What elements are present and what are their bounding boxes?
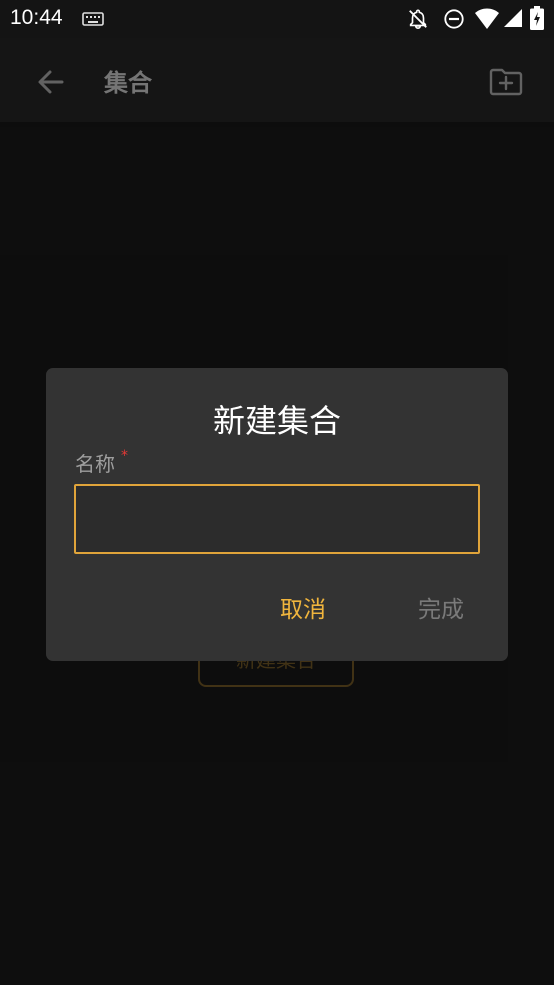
do-not-disturb-icon: [444, 9, 464, 29]
name-input[interactable]: [74, 484, 480, 554]
status-bar: 10:44: [0, 0, 554, 38]
new-collection-dialog: 新建集合 名称 * 取消 完成: [46, 368, 508, 661]
dialog-title: 新建集合: [212, 402, 341, 440]
battery-icon: [530, 6, 544, 30]
cancel-button[interactable]: 取消: [262, 584, 344, 632]
status-time: 10:44: [10, 6, 63, 29]
name-field-label: 名称 *: [75, 448, 128, 477]
name-label-text: 名称: [75, 452, 115, 476]
wifi-icon: [475, 8, 499, 29]
required-mark: *: [121, 448, 128, 464]
done-button[interactable]: 完成: [400, 584, 482, 632]
keyboard-icon: [82, 12, 104, 26]
screen: 10:44 集合 新建集合 名称 * 取消 完成: [0, 0, 554, 985]
bell-off-icon: [409, 9, 427, 29]
signal-icon: [504, 9, 522, 27]
